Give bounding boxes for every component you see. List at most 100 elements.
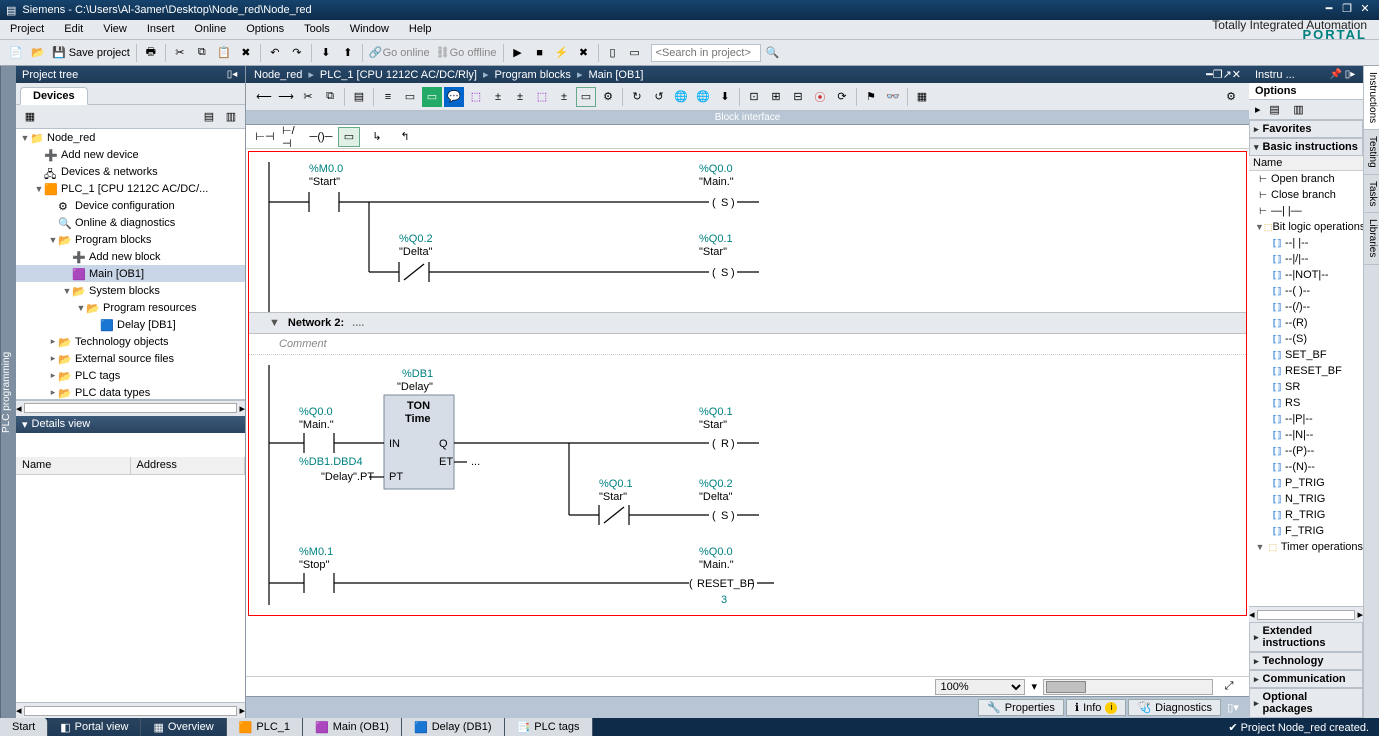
et-6[interactable]: ≡: [378, 87, 398, 107]
et-8[interactable]: ▭: [422, 87, 442, 107]
instr-item[interactable]: ⟦⟧SET_BF: [1249, 347, 1363, 363]
instr-item[interactable]: ⟦⟧--(S): [1249, 331, 1363, 347]
taskbar-window-tab[interactable]: 🟦 Delay (DB1): [402, 718, 505, 736]
et-13[interactable]: ⬚: [532, 87, 552, 107]
collapse-tree-button[interactable]: ▯◂: [225, 69, 239, 80]
details-col-name[interactable]: Name: [16, 457, 131, 474]
download-button[interactable]: ⬇: [316, 43, 336, 63]
cut-button[interactable]: ✂: [170, 43, 190, 63]
menu-project[interactable]: Project: [0, 20, 54, 39]
tree-view-button-2[interactable]: ▥: [221, 107, 241, 127]
instr-item[interactable]: ⟦⟧--| |--: [1249, 235, 1363, 251]
side-tab-testing[interactable]: Testing: [1364, 130, 1379, 175]
copy-button[interactable]: ⧉: [192, 43, 212, 63]
go-online-button[interactable]: 🔗 Go online: [367, 43, 432, 63]
instr-item[interactable]: ⟦⟧P_TRIG: [1249, 475, 1363, 491]
zoom-select[interactable]: 100%: [935, 679, 1025, 695]
et-16[interactable]: ⚙: [598, 87, 618, 107]
et-12[interactable]: ±: [510, 87, 530, 107]
et-23[interactable]: ⊞: [766, 87, 786, 107]
sidebar-tab-plc-programming[interactable]: PLC programming: [0, 66, 16, 718]
tree-item[interactable]: ▼🟧PLC_1 [CPU 1212C AC/DC/...: [16, 180, 245, 197]
et-14[interactable]: ±: [554, 87, 574, 107]
ladder-editor[interactable]: %M0.0 "Start" %Q0.0 "Main." (S) %Q0.2 "D…: [246, 149, 1249, 676]
instr-item[interactable]: ⟦⟧N_TRIG: [1249, 491, 1363, 507]
upload-button[interactable]: ⬆: [338, 43, 358, 63]
tree-caret[interactable]: ▼: [48, 235, 58, 245]
elem-branch[interactable]: ↳: [366, 127, 388, 147]
et-7[interactable]: ▭: [400, 87, 420, 107]
instr-item[interactable]: ⟦⟧--|/|--: [1249, 251, 1363, 267]
et-11[interactable]: ±: [488, 87, 508, 107]
tree-item[interactable]: ▼📁Node_red: [16, 129, 245, 146]
details-view-header[interactable]: ▾ Details view: [16, 416, 245, 433]
instr-item[interactable]: ⟦⟧SR: [1249, 379, 1363, 395]
split-v-button[interactable]: ▭: [625, 43, 645, 63]
go-offline-button[interactable]: ⛓ Go offline: [434, 43, 499, 63]
optional-section[interactable]: ▸Optional packages: [1249, 688, 1363, 718]
communication-section[interactable]: ▸Communication: [1249, 670, 1363, 688]
side-tab-libraries[interactable]: Libraries: [1364, 213, 1379, 264]
et-15[interactable]: ▭: [576, 87, 596, 107]
redo-button[interactable]: ↷: [287, 43, 307, 63]
instr-group-bitlogic[interactable]: ▼⬚Bit logic operations: [1249, 219, 1363, 235]
portal-view-tab[interactable]: ◧ Portal view: [48, 718, 141, 736]
elem-nc-contact[interactable]: ⊢/⊣: [282, 127, 304, 147]
instr-group-timer[interactable]: ▼⬚Timer operations: [1249, 539, 1363, 555]
tree-item[interactable]: ▼📂System blocks: [16, 282, 245, 299]
basic-instructions-section[interactable]: ▾Basic instructions: [1249, 138, 1363, 156]
et-24[interactable]: ⊟: [788, 87, 808, 107]
et-18[interactable]: ↺: [649, 87, 669, 107]
tree-caret[interactable]: ▼: [76, 303, 86, 313]
menu-insert[interactable]: Insert: [137, 20, 185, 39]
instr-item[interactable]: ⟦⟧R_TRIG: [1249, 507, 1363, 523]
instr-item[interactable]: ⊢Open branch: [1249, 171, 1363, 187]
favorites-section[interactable]: ▸Favorites: [1249, 120, 1363, 138]
network2-comment[interactable]: Comment: [249, 334, 1246, 355]
et-1[interactable]: ⟵: [254, 87, 274, 107]
x-button[interactable]: ✖: [574, 43, 594, 63]
menu-window[interactable]: Window: [340, 20, 399, 39]
tree-item[interactable]: ➕Add new block: [16, 248, 245, 265]
technology-section[interactable]: ▸Technology: [1249, 652, 1363, 670]
paste-button[interactable]: 📋: [214, 43, 234, 63]
tree-caret[interactable]: ▼: [62, 286, 72, 296]
et-4[interactable]: ⧉: [320, 87, 340, 107]
tree-item[interactable]: ▸📂External source files: [16, 350, 245, 367]
et-27[interactable]: ⚑: [861, 87, 881, 107]
tree-caret[interactable]: ▸: [48, 370, 58, 381]
et-settings[interactable]: ⚙: [1221, 87, 1241, 107]
menu-edit[interactable]: Edit: [54, 20, 93, 39]
side-tab-instructions[interactable]: Instructions: [1364, 66, 1379, 130]
instr-item[interactable]: ⊢Close branch: [1249, 187, 1363, 203]
tree-item[interactable]: ▼📂Program blocks: [16, 231, 245, 248]
project-tree[interactable]: ▼📁Node_red➕Add new device🖧Devices & netw…: [16, 129, 245, 400]
et-5[interactable]: ▤: [349, 87, 369, 107]
elem-box[interactable]: ▭: [338, 127, 360, 147]
tree-caret[interactable]: ▸: [48, 353, 58, 364]
editor-close-button[interactable]: ✕: [1232, 68, 1241, 81]
menu-online[interactable]: Online: [184, 20, 236, 39]
opt-view2[interactable]: ▥: [1289, 100, 1309, 120]
devices-tab[interactable]: Devices: [20, 87, 88, 105]
taskbar-window-tab[interactable]: 🟧 PLC_1: [227, 718, 303, 736]
zoom-fit-button[interactable]: ⤢: [1219, 677, 1239, 697]
tree-view-button-1[interactable]: ▤: [199, 107, 219, 127]
instr-item[interactable]: ⟦⟧--(N)--: [1249, 459, 1363, 475]
open-project-button[interactable]: 📂: [28, 43, 48, 63]
editor-detach-button[interactable]: ↗: [1223, 68, 1232, 81]
stop-cpu-button[interactable]: ■: [530, 43, 550, 63]
taskbar-window-tab[interactable]: 📑 PLC tags: [505, 718, 593, 736]
instr-item[interactable]: ⟦⟧--(P)--: [1249, 443, 1363, 459]
instr-hscroll[interactable]: ◂▸: [1249, 606, 1363, 622]
elem-branch-close[interactable]: ↰: [394, 127, 416, 147]
instr-item[interactable]: ⊢—| |—: [1249, 203, 1363, 219]
tree-caret[interactable]: ▼: [20, 133, 30, 143]
inspector-collapse[interactable]: ▯▾: [1223, 698, 1243, 718]
options-caret[interactable]: ▸: [1255, 103, 1261, 116]
search-button[interactable]: 🔍: [763, 43, 783, 63]
et-17[interactable]: ↻: [627, 87, 647, 107]
zoom-slider[interactable]: [1043, 679, 1213, 695]
tree-caret[interactable]: ▸: [48, 336, 58, 347]
instr-item[interactable]: ⟦⟧--(R): [1249, 315, 1363, 331]
